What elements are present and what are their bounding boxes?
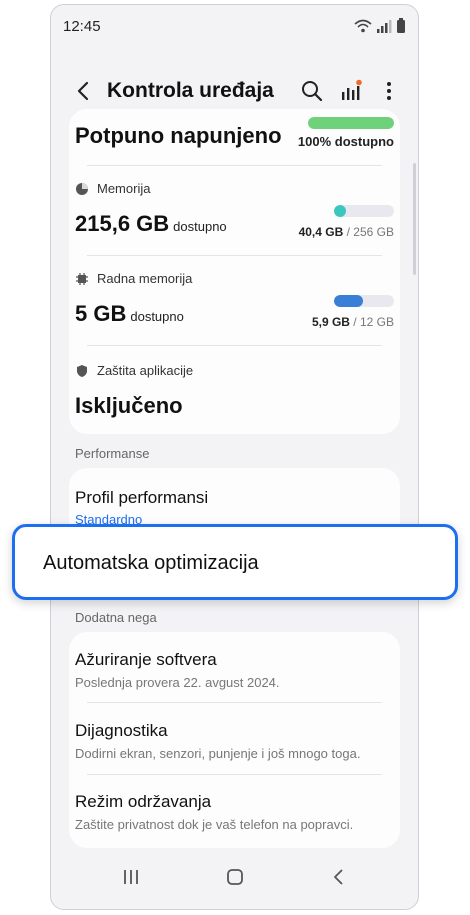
storage-separator: / (343, 225, 354, 239)
ram-value: 5 GB (75, 301, 127, 326)
pie-icon (76, 182, 88, 195)
storage-used: 40,4 GB (298, 225, 344, 239)
back-nav-icon[interactable] (327, 865, 351, 889)
recents-icon[interactable] (119, 865, 143, 889)
ram-total: 12 GB (359, 315, 394, 329)
storage-total: 256 GB (353, 225, 394, 239)
ram-value-line: 5 GB dostupno (75, 301, 184, 327)
divider (87, 702, 382, 703)
ram-bar-fill (334, 295, 364, 307)
back-arrow-icon[interactable] (73, 79, 95, 103)
scrollbar[interactable] (413, 163, 416, 275)
more-vert-icon[interactable] (377, 79, 401, 103)
battery-bar-fill (308, 117, 394, 129)
item-subtitle: Zaštite privatnost dok je vaš telefon na… (75, 817, 354, 832)
page-title: Kontrola uređaja (107, 79, 274, 102)
ram-row[interactable]: Radna memorija 5 GB dostupno 5,9 GB / 12 … (75, 271, 394, 341)
app-bar: Kontrola uređaja (51, 67, 418, 115)
item-title: Ažuriranje softvera (75, 650, 217, 669)
shield-icon (77, 364, 87, 377)
storage-label-text: Memorija (97, 181, 151, 196)
storage-unit: dostupno (173, 219, 227, 234)
ram-label: Radna memorija (75, 271, 394, 286)
phone-frame: 12:45 Kontrola uređaja Potpuno napunjeno… (50, 4, 419, 910)
search-icon[interactable] (300, 79, 324, 103)
status-time: 12:45 (63, 18, 101, 35)
item-subtitle: Dodirni ekran, senzori, punjenje i još m… (75, 746, 361, 761)
ram-usage: 5,9 GB / 12 GB (312, 315, 394, 329)
app-protection-label-text: Zaštita aplikacije (97, 363, 194, 378)
signal-icon (377, 20, 392, 33)
ram-label-text: Radna memorija (97, 271, 193, 286)
item-title: Dijagnostika (75, 721, 168, 740)
list-item-maintenance-mode[interactable]: Režim održavanja Zaštite privatnost dok … (75, 792, 394, 832)
battery-bar (308, 117, 394, 129)
app-protection-label: Zaštita aplikacije (75, 363, 394, 378)
home-icon[interactable] (223, 865, 247, 889)
navigation-bar (51, 849, 418, 909)
list-item-software-update[interactable]: Ažuriranje softvera Poslednja provera 22… (75, 650, 394, 690)
ram-unit: dostupno (130, 309, 184, 324)
storage-bar-fill (334, 205, 346, 217)
section-header-additional: Dodatna nega (75, 610, 157, 625)
storage-value-line: 215,6 GB dostupno (75, 211, 227, 237)
divider (87, 165, 382, 166)
storage-usage: 40,4 GB / 256 GB (299, 225, 394, 239)
item-title: Režim održavanja (75, 792, 212, 811)
app-protection-row[interactable]: Zaštita aplikacije Isključeno (75, 363, 394, 427)
ram-separator: / (349, 315, 360, 329)
list-item-diagnostics[interactable]: Dijagnostika Dodirni ekran, senzori, pun… (75, 721, 394, 761)
storage-row[interactable]: Memorija 215,6 GB dostupno 40,4 GB / 256 … (75, 181, 394, 251)
section-header-performance: Performanse (75, 446, 150, 461)
status-bar: 12:45 (51, 5, 418, 45)
ram-used: 5,9 GB (311, 315, 350, 329)
battery-row[interactable]: Potpuno napunjeno 100% dostupno (75, 109, 394, 159)
storage-label: Memorija (75, 181, 394, 196)
item-subtitle: Poslednja provera 22. avgust 2024. (75, 675, 280, 690)
ram-bar (334, 295, 394, 307)
divider (87, 255, 382, 256)
wifi-icon (354, 19, 372, 33)
app-protection-value: Isključeno (75, 393, 183, 418)
divider (87, 345, 382, 346)
device-status-card: Potpuno napunjeno 100% dostupno Memorija… (69, 109, 400, 434)
auto-optimization-item[interactable]: Automatska optimizacija (12, 524, 458, 600)
chip-icon (76, 272, 88, 285)
battery-status-icon (397, 18, 405, 33)
storage-bar (334, 205, 394, 217)
divider (87, 774, 382, 775)
chart-icon[interactable] (339, 79, 363, 103)
battery-available: 100% dostupno (297, 134, 394, 149)
auto-optimization-label: Automatska optimizacija (43, 552, 259, 574)
storage-value: 215,6 GB (75, 211, 170, 236)
additional-care-card: Ažuriranje softvera Poslednja provera 22… (69, 632, 400, 848)
status-icons (354, 18, 406, 33)
performance-profile-title: Profil performansi (75, 488, 209, 507)
battery-value: Potpuno napunjeno (75, 123, 282, 148)
